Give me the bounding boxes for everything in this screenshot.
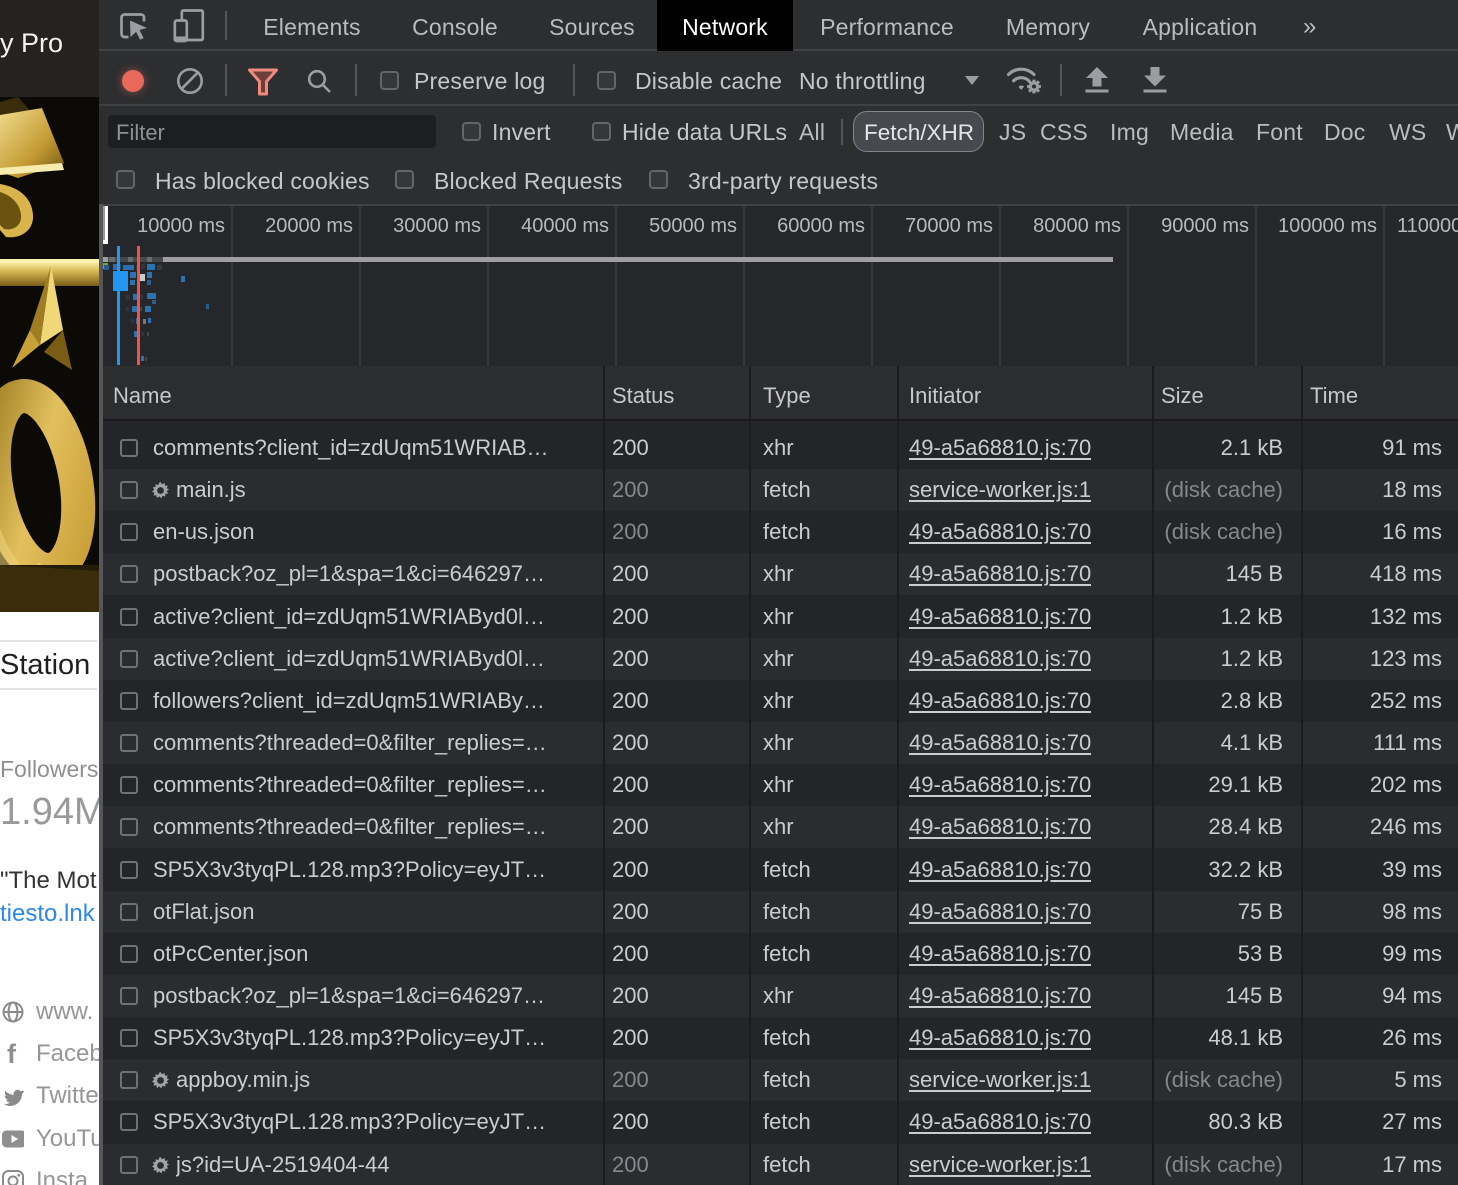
svg-text:f: f bbox=[7, 1043, 17, 1065]
